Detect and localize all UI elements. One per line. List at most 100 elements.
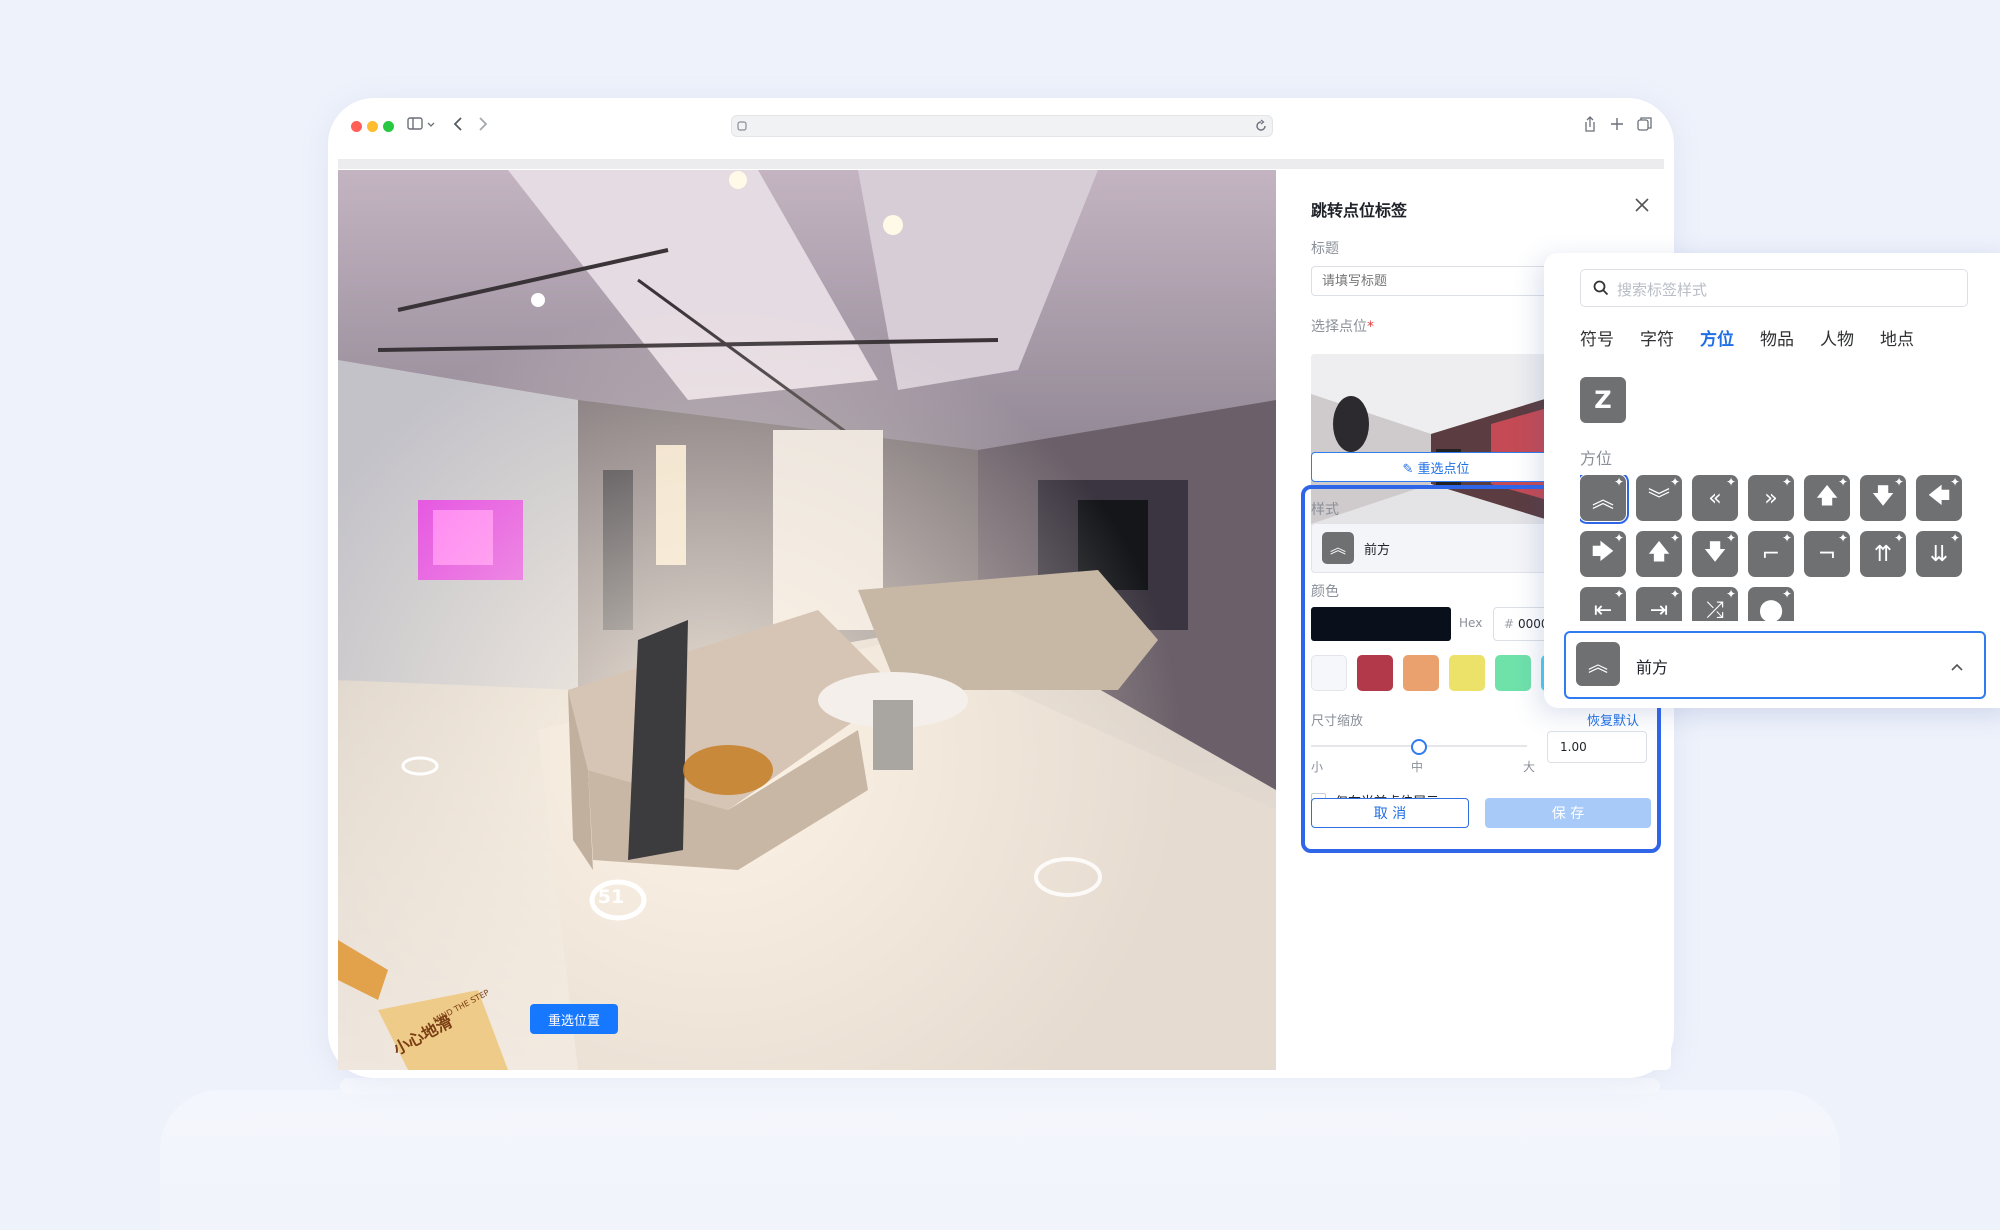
tab-overview-icon[interactable] xyxy=(1637,116,1653,136)
hex-label: Hex xyxy=(1459,616,1483,630)
hotspot-number[interactable]: 51 xyxy=(586,886,636,908)
stairs-up-left-icon-glyph: ⌐ xyxy=(1761,541,1781,567)
double-left-icon[interactable]: «✦ xyxy=(1692,475,1738,521)
exit-right-icon[interactable]: ⇥ ✦ xyxy=(1636,587,1682,621)
device-stand xyxy=(160,1090,1840,1230)
slider-max-label: 大 xyxy=(1523,760,1536,774)
search-icon xyxy=(1593,280,1609,300)
tab-方位[interactable]: 方位 xyxy=(1700,325,1734,350)
exit-left-icon[interactable]: ⇤ ✦ xyxy=(1580,587,1626,621)
slider-min-label: 小 xyxy=(1311,760,1324,774)
upstairs-icon-glyph: 🡅 xyxy=(1647,540,1671,565)
reselect-position-button[interactable]: 重选位置 xyxy=(530,1004,618,1034)
selected-style-label: 前方 xyxy=(1636,658,1669,677)
title-input[interactable] xyxy=(1311,266,1561,296)
sparkle-icon: ✦ xyxy=(1669,475,1680,489)
direction-section-title: 方位 xyxy=(1580,449,1613,468)
size-value-input[interactable]: 1.00 xyxy=(1547,731,1647,763)
direction-icon-grid: ︽ ✦ ︾ ✦ «✦» ✦ 🡅 ✦ 🡇 ✦ 🡄 ✦ 🡆 ✦ 🡅 ✦ 🡇 ✦ ⌐ ✦ ¬ ✦ ⇈ ✦ ⇊ ✦ ⇤ ✦ ⇥ ✦ ⤮ ✦ ⬤ ✦ xyxy=(1580,475,1970,621)
color-swatch[interactable] xyxy=(1495,655,1531,691)
stairs-up-left-icon[interactable]: ⌐ ✦ xyxy=(1748,531,1794,577)
stairs-up-right-icon-glyph: ¬ xyxy=(1817,541,1837,567)
up-arrow-icon[interactable]: 🡅 ✦ xyxy=(1804,475,1850,521)
back-icon[interactable]: ︾ ✦ xyxy=(1636,475,1682,521)
right-arrow-icon[interactable]: 🡆 ✦ xyxy=(1580,531,1626,577)
selected-style-field[interactable]: ︽ 前方 xyxy=(1564,631,1986,699)
tab-字符[interactable]: 字符 xyxy=(1640,325,1674,350)
panel-title: 跳转点位标签 xyxy=(1311,201,1408,220)
sparkle-icon: ✦ xyxy=(1781,475,1792,489)
sparkle-icon: ✦ xyxy=(1837,475,1848,489)
reset-default-link[interactable]: 恢复默认 xyxy=(1587,710,1639,729)
reload-icon[interactable] xyxy=(1254,118,1268,137)
title-field-label: 标题 xyxy=(1311,241,1339,257)
stairs-up-right-icon[interactable]: ¬ ✦ xyxy=(1804,531,1850,577)
double-down-icon-glyph: ⇊ xyxy=(1929,541,1949,567)
left-arrow-icon[interactable]: 🡄 ✦ xyxy=(1916,475,1962,521)
style-value: 前方 xyxy=(1364,543,1391,558)
edit-icon: ✎ xyxy=(1402,461,1418,477)
double-right-icon-glyph: » xyxy=(1764,485,1778,511)
minimize-window-icon[interactable] xyxy=(367,121,378,132)
color-swatch[interactable] xyxy=(1357,655,1393,691)
close-window-icon[interactable] xyxy=(351,121,362,132)
downstairs-icon[interactable]: 🡇 ✦ xyxy=(1692,531,1738,577)
style-search-input[interactable]: 搜索标签样式 xyxy=(1580,269,1968,307)
double-left-icon-glyph: « xyxy=(1708,485,1722,511)
sparkle-icon: ✦ xyxy=(1725,531,1736,545)
size-label: 尺寸缩放 xyxy=(1311,714,1364,729)
tab-地点[interactable]: 地点 xyxy=(1880,325,1914,350)
share-icon[interactable] xyxy=(1583,115,1597,137)
color-swatch[interactable] xyxy=(1403,655,1439,691)
color-swatch[interactable] xyxy=(1449,655,1485,691)
sparkle-icon: ✦ xyxy=(1613,531,1624,545)
sparkle-icon: ✦ xyxy=(1669,531,1680,545)
double-down-icon[interactable]: ⇊ ✦ xyxy=(1916,531,1962,577)
forward-nav-icon[interactable] xyxy=(477,116,489,136)
down-arrow-icon[interactable]: 🡇 ✦ xyxy=(1860,475,1906,521)
size-value: 1.00 xyxy=(1560,740,1587,754)
sidebar-toggle-icon[interactable] xyxy=(407,116,437,136)
tab-物品[interactable]: 物品 xyxy=(1760,325,1794,350)
runner-icon-glyph: ⤮ xyxy=(1706,597,1724,622)
color-label: 颜色 xyxy=(1311,584,1339,600)
size-slider-handle[interactable] xyxy=(1411,739,1427,755)
color-swatch[interactable] xyxy=(1311,655,1347,691)
runner-icon[interactable]: ⤮ ✦ xyxy=(1692,587,1738,621)
style-category-tabs: 符号 字符 方位 物品 人物 地点 xyxy=(1580,325,1914,350)
double-right-icon[interactable]: » ✦ xyxy=(1748,475,1794,521)
address-bar[interactable] xyxy=(731,115,1273,137)
front-icon-glyph: ︽ xyxy=(1591,488,1614,513)
up-arrow-icon-glyph: 🡅 xyxy=(1815,484,1839,509)
tab-符号[interactable]: 符号 xyxy=(1580,325,1614,350)
left-arrow-icon-glyph: 🡄 xyxy=(1927,484,1951,509)
sparkle-icon: ✦ xyxy=(1837,531,1848,545)
required-mark: * xyxy=(1367,319,1374,335)
back-nav-icon[interactable] xyxy=(452,116,464,136)
save-button[interactable]: 保 存 xyxy=(1485,798,1651,828)
sparkle-icon: ✦ xyxy=(1613,587,1624,601)
reselect-point-label: 重选点位 xyxy=(1417,461,1470,477)
tab-人物[interactable]: 人物 xyxy=(1820,325,1854,350)
search-placeholder: 搜索标签样式 xyxy=(1617,281,1708,299)
front-icon[interactable]: ︽ ✦ xyxy=(1580,475,1629,524)
double-up-icon[interactable]: ⇈ ✦ xyxy=(1860,531,1906,577)
location-pin-icon-glyph: ⬤ xyxy=(1758,597,1784,622)
selected-color-swatch[interactable] xyxy=(1311,607,1451,641)
exit-left-icon-glyph: ⇤ xyxy=(1593,597,1613,622)
right-arrow-icon-glyph: 🡆 xyxy=(1591,540,1615,565)
z-style-icon[interactable]: Z xyxy=(1580,377,1626,423)
style-label: 样式 xyxy=(1311,502,1339,518)
close-icon[interactable] xyxy=(1634,197,1650,217)
new-tab-icon[interactable] xyxy=(1610,116,1624,135)
reselect-point-button[interactable]: ✎ 重选点位 xyxy=(1311,452,1561,482)
location-pin-icon[interactable]: ⬤ ✦ xyxy=(1748,587,1794,621)
select-point-label: 选择点位* xyxy=(1311,316,1374,336)
maximize-window-icon[interactable] xyxy=(383,121,394,132)
chevron-up-icon[interactable] xyxy=(1950,657,1964,676)
sparkle-icon: ✦ xyxy=(1781,531,1792,545)
upstairs-icon[interactable]: 🡅 ✦ xyxy=(1636,531,1682,577)
front-selected-icon: ︽ xyxy=(1576,642,1620,686)
panorama-viewer[interactable]: 51 小心地滑 MIND THE STEP 重选位置 xyxy=(338,170,1276,1070)
cancel-button[interactable]: 取 消 xyxy=(1311,798,1469,828)
